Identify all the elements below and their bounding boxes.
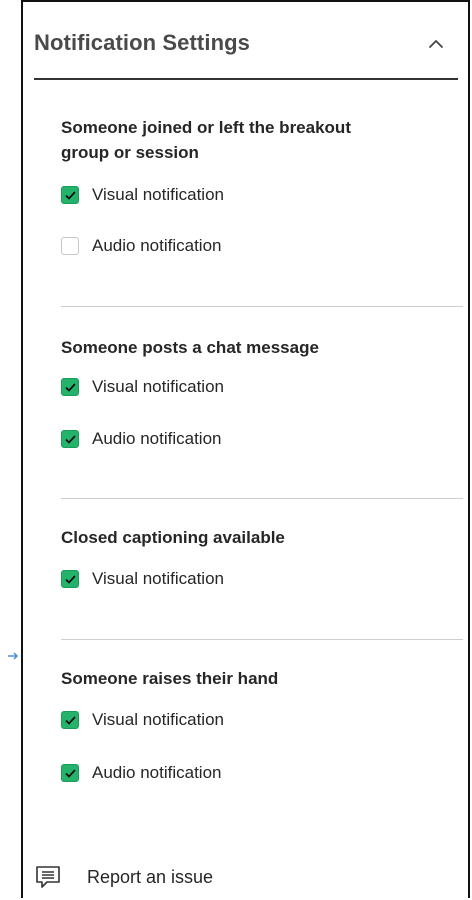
report-issue-link[interactable]: Report an issue (35, 862, 213, 892)
visual-notification-option[interactable]: Visual notification (61, 374, 224, 400)
section-title: Someone raises their hand (61, 669, 279, 688)
visual-notification-option[interactable]: Visual notification (61, 182, 224, 208)
checkmark-icon (64, 382, 76, 392)
section-divider (61, 639, 463, 640)
visual-notification-checkbox[interactable] (61, 378, 79, 396)
option-label: Visual notification (92, 185, 224, 204)
visual-notification-checkbox[interactable] (61, 711, 79, 729)
panel-header[interactable]: Notification Settings (34, 4, 458, 80)
audio-notification-checkbox[interactable] (61, 430, 79, 448)
option-label: Visual notification (92, 710, 224, 729)
section-title: Someone posts a chat message (61, 338, 319, 357)
feedback-message-icon (36, 866, 60, 888)
option-label: Audio notification (92, 236, 222, 255)
option-label: Visual notification (92, 569, 224, 588)
report-issue-label: Report an issue (87, 866, 214, 887)
section-title-continued: group or session (61, 143, 199, 162)
section-title: Closed captioning available (61, 528, 285, 547)
chevron-up-icon[interactable] (426, 34, 446, 54)
panel-title: Notification Settings (34, 30, 250, 55)
checkmark-icon (64, 434, 76, 444)
pointer-arrow-icon (8, 652, 19, 660)
audio-notification-option[interactable]: Audio notification (61, 760, 221, 786)
option-label: Visual notification (92, 377, 224, 396)
checkmark-icon (64, 190, 76, 200)
section-chat-message: Someone posts a chat message Visual noti… (61, 335, 463, 455)
audio-notification-option[interactable]: Audio notification (61, 426, 221, 452)
section-breakout-join-leave: Someone joined or left the breakout grou… (61, 115, 463, 275)
notification-settings-panel: Notification Settings Someone joined or … (21, 0, 470, 898)
audio-notification-checkbox[interactable] (61, 764, 79, 782)
checkmark-icon (64, 715, 76, 725)
checkmark-icon (64, 574, 76, 584)
visual-notification-checkbox[interactable] (61, 186, 79, 204)
visual-notification-option[interactable]: Visual notification (61, 707, 224, 733)
audio-notification-option[interactable]: Audio notification (61, 233, 221, 259)
section-closed-captioning: Closed captioning available Visual notif… (61, 525, 463, 595)
option-label: Audio notification (92, 429, 222, 448)
section-divider (61, 306, 463, 307)
visual-notification-checkbox[interactable] (61, 570, 79, 588)
audio-notification-checkbox[interactable] (61, 237, 79, 255)
section-title: Someone joined or left the breakout (61, 118, 351, 137)
section-raise-hand: Someone raises their hand Visual notific… (61, 666, 463, 786)
section-divider (61, 498, 463, 499)
option-label: Audio notification (92, 763, 222, 782)
checkmark-icon (64, 768, 76, 778)
visual-notification-option[interactable]: Visual notification (61, 566, 224, 592)
